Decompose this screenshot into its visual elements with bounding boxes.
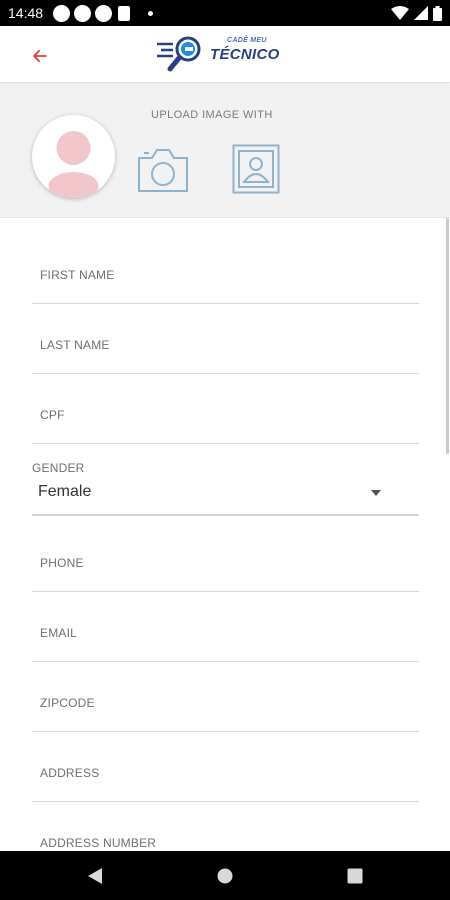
gender-label: GENDER xyxy=(32,461,85,475)
notification-icons xyxy=(53,4,154,22)
notification-circle-icon xyxy=(53,4,71,22)
magnifier-wrench-icon xyxy=(157,36,201,72)
email-label: EMAIL xyxy=(40,626,78,640)
last-name-field[interactable]: LAST NAME xyxy=(32,304,419,374)
system-navigation-bar xyxy=(0,851,450,900)
camera-upload-button[interactable] xyxy=(136,146,190,194)
arrow-left-icon xyxy=(33,50,47,62)
nav-home-button[interactable] xyxy=(213,864,237,888)
system-status-icons xyxy=(391,5,442,21)
address-field[interactable]: ADDRESS xyxy=(32,732,419,802)
app-bar: CADÊ MEU TÉCNICO xyxy=(0,26,450,83)
cpf-field[interactable]: CPF xyxy=(32,374,419,444)
logo-tagline: CADÊ MEU xyxy=(227,37,267,44)
gender-select[interactable]: GENDER Female xyxy=(32,452,419,516)
gender-value: Female xyxy=(38,483,92,500)
zipcode-field[interactable]: ZIPCODE xyxy=(32,662,419,732)
phone-field[interactable]: PHONE xyxy=(32,522,419,592)
more-notifications-icon xyxy=(148,10,154,16)
zipcode-label: ZIPCODE xyxy=(40,696,95,710)
nav-recents-icon xyxy=(347,868,363,884)
avatar[interactable] xyxy=(32,115,115,198)
address-number-label: ADDRESS NUMBER xyxy=(40,836,157,850)
phone-label: PHONE xyxy=(40,556,84,570)
chevron-down-icon xyxy=(371,490,381,496)
battery-icon xyxy=(433,5,442,21)
first-name-label: FIRST NAME xyxy=(40,268,115,282)
gallery-upload-button[interactable] xyxy=(232,144,280,194)
person-placeholder-icon xyxy=(48,131,99,198)
back-button[interactable] xyxy=(26,42,54,70)
wifi-icon xyxy=(391,6,409,20)
signal-icon xyxy=(414,6,428,20)
status-bar: 14:48 xyxy=(0,0,450,26)
address-label: ADDRESS xyxy=(40,766,100,780)
gallery-portrait-icon xyxy=(232,144,280,194)
upload-image-panel: UPLOAD IMAGE WITH xyxy=(0,84,450,218)
nav-back-icon xyxy=(88,868,102,884)
notification-circle-icon xyxy=(74,4,92,22)
logo-wordmark: TÉCNICO xyxy=(210,46,280,63)
sim-card-icon xyxy=(118,5,131,21)
notification-circle-icon xyxy=(95,4,113,22)
upload-image-label: UPLOAD IMAGE WITH xyxy=(151,109,273,121)
nav-back-button[interactable] xyxy=(83,864,107,888)
app-logo: CADÊ MEU TÉCNICO xyxy=(155,34,295,76)
scrollbar[interactable] xyxy=(446,218,449,454)
camera-icon xyxy=(138,149,188,192)
cpf-label: CPF xyxy=(40,408,65,422)
first-name-field[interactable]: FIRST NAME xyxy=(32,234,419,304)
nav-home-icon xyxy=(217,868,233,884)
email-field[interactable]: EMAIL xyxy=(32,592,419,662)
last-name-label: LAST NAME xyxy=(40,338,110,352)
status-time: 14:48 xyxy=(8,5,44,21)
nav-recents-button[interactable] xyxy=(343,864,367,888)
